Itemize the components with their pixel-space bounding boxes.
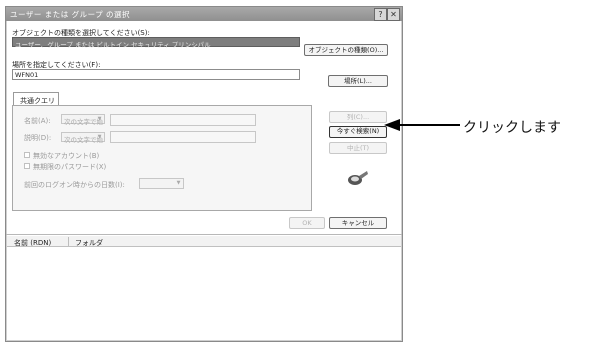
days-since-logon-select[interactable]: ▼ bbox=[139, 178, 184, 189]
description-input[interactable] bbox=[110, 131, 256, 143]
name-label: 名前(A): bbox=[24, 117, 51, 125]
chevron-down-icon: ▼ bbox=[97, 134, 102, 140]
select-users-dialog: ユーザー または グループ の選択 ? ✕ オブジェクトの種類を選択してください… bbox=[5, 6, 403, 342]
search-flashlight-icon bbox=[347, 169, 369, 187]
location-field[interactable]: WFN01 bbox=[12, 69, 300, 80]
callout-arrow bbox=[384, 118, 460, 132]
disabled-accounts-checkbox[interactable] bbox=[24, 152, 30, 158]
ok-button[interactable]: OK bbox=[289, 217, 325, 229]
object-types-button[interactable]: オブジェクトの種類(O)... bbox=[304, 44, 388, 56]
description-operator-select[interactable]: 次の文字で始 ▼ bbox=[61, 132, 105, 144]
stop-button[interactable]: 中止(T) bbox=[329, 142, 387, 154]
location-value: WFN01 bbox=[15, 71, 39, 79]
tab-common-queries[interactable]: 共通クエリ bbox=[13, 92, 59, 106]
title-bar: ユーザー または グループ の選択 ? ✕ bbox=[6, 7, 402, 21]
non-expiring-password-label: 無期限のパスワード(X) bbox=[33, 163, 107, 171]
chevron-down-icon: ▼ bbox=[97, 116, 102, 122]
locations-button[interactable]: 場所(L)... bbox=[328, 75, 388, 87]
find-now-button[interactable]: 今すぐ検索(N) bbox=[329, 126, 387, 138]
description-label: 説明(D): bbox=[24, 134, 52, 142]
object-type-field[interactable]: ユーザー、グループ または ビルトイン セキュリティ プリンシパル bbox=[12, 37, 300, 49]
close-icon[interactable]: ✕ bbox=[387, 8, 400, 21]
results-header: 名前 (RDN) フォルダ bbox=[7, 236, 401, 247]
non-expiring-password-checkbox[interactable] bbox=[24, 163, 30, 169]
disabled-accounts-label: 無効なアカウント(B) bbox=[33, 152, 100, 160]
object-type-value: ユーザー、グループ または ビルトイン セキュリティ プリンシパル bbox=[15, 41, 211, 49]
help-icon[interactable]: ? bbox=[374, 8, 387, 21]
name-input[interactable] bbox=[110, 114, 256, 126]
cancel-button[interactable]: キャンセル bbox=[329, 217, 387, 229]
chevron-down-icon: ▼ bbox=[176, 180, 181, 186]
callout-text: クリックします bbox=[463, 120, 561, 136]
column-separator[interactable] bbox=[68, 237, 69, 246]
query-panel: 名前(A): 次の文字で始 ▼ 説明(D): 次の文字で始 ▼ 無効なアカウント… bbox=[12, 105, 312, 211]
results-list[interactable] bbox=[7, 247, 401, 340]
days-since-logon-label: 前回のログオン時からの日数(I): bbox=[24, 181, 125, 189]
name-operator-select[interactable]: 次の文字で始 ▼ bbox=[61, 114, 105, 126]
columns-button[interactable]: 列(C)... bbox=[329, 111, 387, 123]
divider bbox=[6, 234, 402, 235]
window-title: ユーザー または グループ の選択 bbox=[10, 10, 131, 19]
